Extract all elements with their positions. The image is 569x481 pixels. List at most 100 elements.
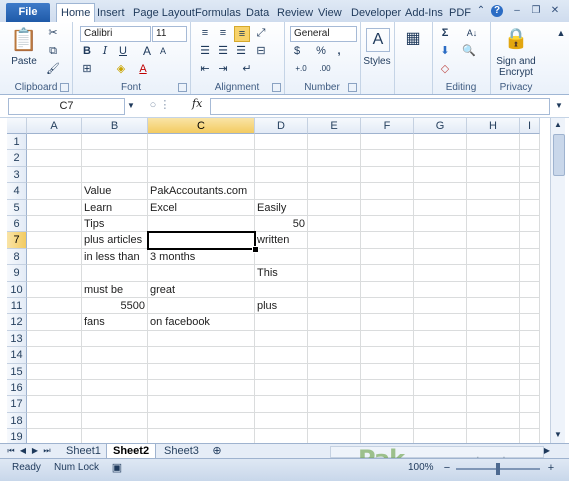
row-header-6[interactable]: 6 — [7, 216, 27, 233]
cell-g11[interactable] — [414, 298, 467, 315]
italic-button[interactable]: I — [98, 44, 112, 58]
cell-c18[interactable] — [148, 412, 255, 430]
cell-a18[interactable] — [27, 412, 82, 430]
cell-f9[interactable] — [361, 265, 414, 282]
cell-e7[interactable] — [308, 232, 361, 249]
increase-indent-icon[interactable]: ⇥ — [216, 62, 230, 76]
cell-c11[interactable] — [148, 298, 255, 315]
cell-c6[interactable] — [148, 216, 255, 233]
tab-file[interactable]: File — [6, 3, 50, 22]
cell-f5[interactable] — [361, 199, 414, 216]
tab-pdf[interactable]: PDF — [449, 4, 471, 22]
cell-g2[interactable] — [414, 150, 467, 167]
cell-c14[interactable] — [148, 347, 255, 364]
cell-b10[interactable]: must be — [82, 281, 148, 298]
copy-icon[interactable]: ⧉ — [46, 44, 60, 58]
tab-formulas[interactable]: Formulas — [195, 4, 241, 22]
cell-a5[interactable] — [27, 199, 82, 216]
sheet-tab-sheet1[interactable]: Sheet1 — [60, 444, 107, 458]
cell-e12[interactable] — [308, 314, 361, 331]
alignment-launcher-icon[interactable] — [272, 83, 281, 92]
cell-f4[interactable] — [361, 183, 414, 200]
cell-f10[interactable] — [361, 281, 414, 298]
sheet-tab-sheet3[interactable]: Sheet3 — [158, 444, 205, 458]
tab-add-ins[interactable]: Add-Ins — [405, 4, 443, 22]
autosum-button[interactable]: Σ — [438, 26, 452, 40]
fill-icon[interactable]: ⬇ — [438, 44, 452, 58]
active-cell-cursor[interactable] — [147, 231, 256, 250]
cell-h12[interactable] — [467, 314, 520, 331]
cell-e4[interactable] — [308, 183, 361, 200]
cell-f13[interactable] — [361, 330, 414, 348]
cell-e13[interactable] — [308, 330, 361, 348]
cell-b4[interactable]: Value — [82, 183, 148, 200]
cell-d1[interactable] — [255, 134, 308, 151]
cell-b8[interactable]: in less than — [82, 248, 148, 266]
cell-g5[interactable] — [414, 199, 467, 216]
cell-g7[interactable] — [414, 232, 467, 249]
cell-a7[interactable] — [27, 232, 82, 249]
cell-f18[interactable] — [361, 412, 414, 430]
cell-a9[interactable] — [27, 265, 82, 282]
styles-icon[interactable]: A — [366, 28, 390, 52]
cell-c2[interactable] — [148, 150, 255, 167]
cell-h3[interactable] — [467, 166, 520, 184]
cell-i18[interactable] — [520, 412, 540, 430]
row-header-1[interactable]: 1 — [7, 134, 27, 151]
cell-b6[interactable]: Tips — [82, 216, 148, 233]
insert-function-button[interactable]: fx — [192, 97, 202, 110]
row-header-4[interactable]: 4 — [7, 183, 27, 200]
merge-center-icon[interactable]: ⊟ — [254, 44, 268, 58]
cell-a8[interactable] — [27, 248, 82, 266]
fill-color-icon[interactable]: ◈ — [114, 62, 128, 76]
cell-e5[interactable] — [308, 199, 361, 216]
clear-icon[interactable]: ◇ — [438, 62, 452, 76]
cell-h5[interactable] — [467, 199, 520, 216]
cell-h10[interactable] — [467, 281, 520, 298]
cell-i9[interactable] — [520, 265, 540, 282]
cell-e8[interactable] — [308, 248, 361, 266]
row-header-5[interactable]: 5 — [7, 199, 27, 216]
zoom-out-icon[interactable]: − — [440, 461, 454, 475]
row-header-15[interactable]: 15 — [7, 363, 27, 380]
cell-e16[interactable] — [308, 380, 361, 397]
cell-a3[interactable] — [27, 166, 82, 184]
cell-g12[interactable] — [414, 314, 467, 331]
cell-g6[interactable] — [414, 216, 467, 233]
fill-handle[interactable] — [252, 245, 259, 253]
percent-button[interactable]: % — [314, 44, 328, 58]
cell-g10[interactable] — [414, 281, 467, 298]
column-header-b[interactable]: B — [82, 118, 148, 134]
cell-b2[interactable] — [82, 150, 148, 167]
cell-i7[interactable] — [520, 232, 540, 249]
cell-i13[interactable] — [520, 330, 540, 348]
font-size-select[interactable]: 11 — [152, 26, 187, 42]
cell-a16[interactable] — [27, 380, 82, 397]
align-top-icon[interactable]: ≡ — [198, 26, 212, 40]
cell-a1[interactable] — [27, 134, 82, 151]
expand-formula-bar-icon[interactable]: ▼ — [552, 99, 566, 113]
cell-e15[interactable] — [308, 363, 361, 380]
shrink-font-button[interactable]: A — [156, 44, 170, 58]
tab-insert[interactable]: Insert — [97, 4, 125, 22]
row-header-17[interactable]: 17 — [7, 396, 27, 413]
row-header-16[interactable]: 16 — [7, 380, 27, 397]
cell-d6[interactable]: 50 — [255, 216, 308, 233]
cell-g14[interactable] — [414, 347, 467, 364]
cell-a12[interactable] — [27, 314, 82, 331]
cell-d13[interactable] — [255, 330, 308, 348]
cell-a17[interactable] — [27, 396, 82, 413]
cell-c5[interactable]: Excel — [148, 199, 255, 216]
column-header-a[interactable]: A — [27, 118, 82, 134]
cell-b1[interactable] — [82, 134, 148, 151]
cell-d5[interactable]: Easily — [255, 199, 308, 216]
cell-h11[interactable] — [467, 298, 520, 315]
formula-bar-handle-icon[interactable]: ○ ⋮ — [140, 98, 180, 112]
grow-font-button[interactable]: A — [140, 44, 154, 58]
cell-b12[interactable]: fans — [82, 314, 148, 331]
paste-button[interactable]: Paste — [8, 56, 40, 67]
column-header-g[interactable]: G — [414, 118, 467, 134]
cell-a13[interactable] — [27, 330, 82, 348]
cell-d18[interactable] — [255, 412, 308, 430]
clipboard-launcher-icon[interactable] — [60, 83, 69, 92]
